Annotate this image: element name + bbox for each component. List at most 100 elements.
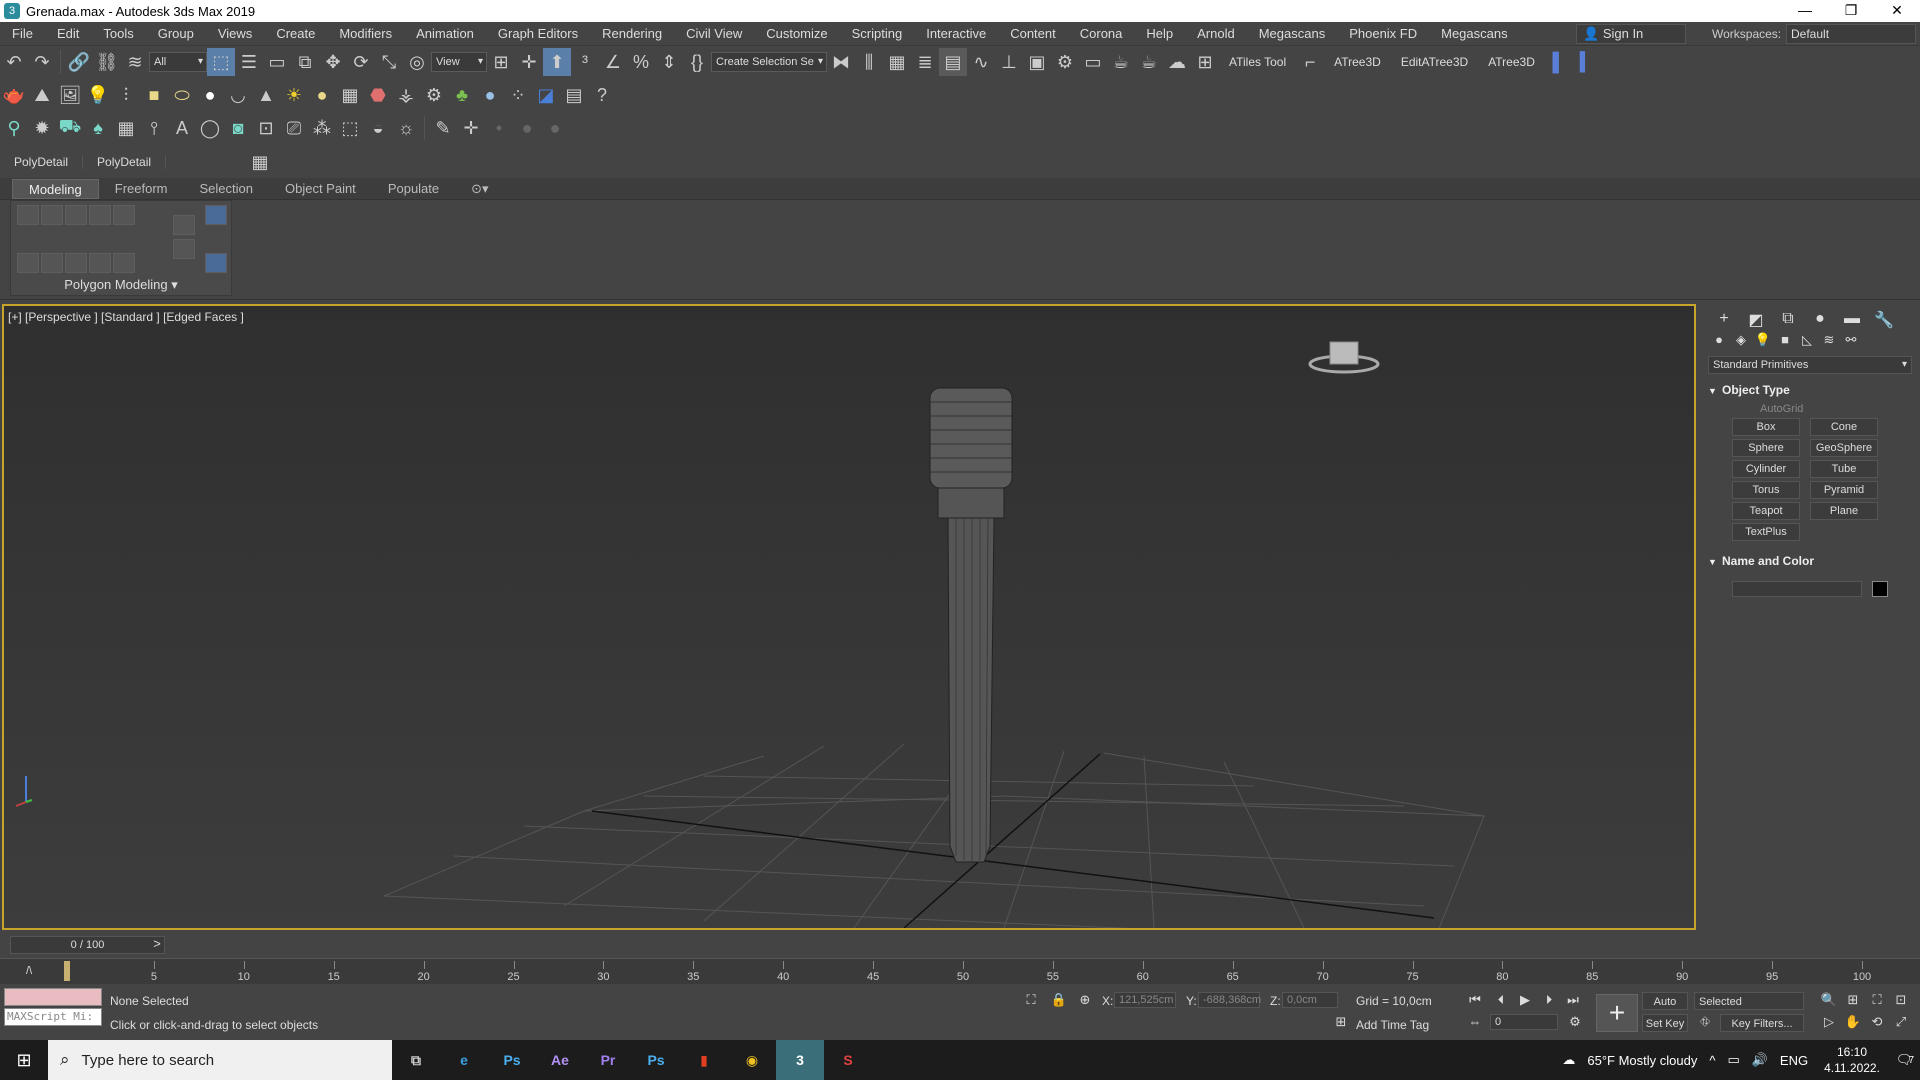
select-manipulate-icon[interactable]: ✛ bbox=[515, 48, 543, 76]
pyramid-button[interactable]: Pyramid bbox=[1810, 481, 1878, 499]
orbit-icon[interactable]: ⟲ bbox=[1866, 1012, 1888, 1032]
crosshair-icon[interactable]: ✛ bbox=[457, 114, 485, 142]
ribbon-tool-12[interactable] bbox=[173, 239, 195, 259]
menu-help[interactable]: Help bbox=[1134, 26, 1185, 41]
redo-icon[interactable]: ↷ bbox=[28, 48, 56, 76]
render-iterative-icon[interactable]: ☕ bbox=[1135, 48, 1163, 76]
sphere-primitive-icon[interactable]: ⬭ bbox=[168, 81, 196, 109]
photoshop-icon-2[interactable]: Ps bbox=[632, 1040, 680, 1080]
helpers-icon[interactable]: ◺ bbox=[1796, 332, 1818, 352]
workspace-dropdown[interactable]: Default bbox=[1786, 24, 1916, 44]
ribbon-tool-7[interactable] bbox=[41, 253, 63, 273]
geometry-icon[interactable]: ● bbox=[1708, 332, 1730, 352]
tab-populate[interactable]: Populate bbox=[372, 181, 455, 196]
editatree3d-button[interactable]: EditATree3D bbox=[1391, 55, 1478, 69]
curve-editor-icon[interactable]: ∿ bbox=[967, 48, 995, 76]
tube-button[interactable]: Tube bbox=[1810, 460, 1878, 478]
menu-edit[interactable]: Edit bbox=[45, 26, 91, 41]
render-production-icon[interactable]: ☕ bbox=[1107, 48, 1135, 76]
time-tag-icon[interactable]: ⊞ bbox=[1330, 1012, 1352, 1032]
undo-icon[interactable]: ↶ bbox=[0, 48, 28, 76]
keyboard-shortcut-icon[interactable]: ⬆ bbox=[543, 48, 571, 76]
eye-icon[interactable]: ◒ bbox=[364, 114, 392, 142]
menu-civil-view[interactable]: Civil View bbox=[674, 26, 754, 41]
premiere-icon[interactable]: Pr bbox=[584, 1040, 632, 1080]
ribbon-tool-2[interactable] bbox=[41, 205, 63, 225]
edge-icon[interactable]: e bbox=[440, 1040, 488, 1080]
gear-icon[interactable]: ⚙ bbox=[420, 81, 448, 109]
prev-key-icon[interactable]: ⏴ bbox=[1490, 990, 1512, 1010]
teapot-icon[interactable]: 🫖 bbox=[0, 81, 28, 109]
taskbar-search[interactable]: ⌕ Type here to search bbox=[48, 1040, 392, 1080]
edit-named-sets-icon[interactable]: {} bbox=[683, 48, 711, 76]
lights-icon[interactable]: 💡 bbox=[1752, 332, 1774, 352]
sliders-icon[interactable]: ⫶ bbox=[112, 81, 140, 109]
fov-icon[interactable]: ▷ bbox=[1818, 1012, 1840, 1032]
car-icon[interactable]: ⛟ bbox=[56, 114, 84, 142]
render-gallery-icon[interactable]: ⊞ bbox=[1191, 48, 1219, 76]
teapot-button[interactable]: Teapot bbox=[1732, 502, 1800, 520]
isolate-selection-icon[interactable]: ⛶ bbox=[1020, 990, 1042, 1010]
restore-button[interactable]: ❐ bbox=[1828, 0, 1874, 22]
object-type-rollout[interactable]: ▼ Object Type bbox=[1708, 380, 1914, 400]
object-name-field[interactable] bbox=[1732, 581, 1862, 597]
ribbon-tool-13[interactable] bbox=[205, 205, 227, 225]
reference-coordinate-dropdown[interactable]: View bbox=[431, 52, 487, 72]
selection-filter-dropdown[interactable]: All bbox=[149, 52, 207, 72]
time-slider[interactable]: 0 / 100 bbox=[10, 936, 165, 954]
align-icon[interactable]: ⫼ bbox=[855, 48, 883, 76]
next-key-icon[interactable]: ⏵ bbox=[1538, 990, 1560, 1010]
window-crossing-icon[interactable]: ⧉ bbox=[291, 48, 319, 76]
placement-icon[interactable]: ◎ bbox=[403, 48, 431, 76]
chrome-icon[interactable]: ◉ bbox=[728, 1040, 776, 1080]
ribbon-tool-8[interactable] bbox=[65, 253, 87, 273]
ribbon-tool-14[interactable] bbox=[205, 253, 227, 273]
play-icon[interactable]: ▶ bbox=[1514, 990, 1536, 1010]
material-sphere-icon[interactable]: ● bbox=[476, 81, 504, 109]
maxscript-mini-listener[interactable]: MAXScript Mi: bbox=[4, 1008, 102, 1026]
plant-icon[interactable]: ♣ bbox=[448, 81, 476, 109]
named-selection-set-dropdown[interactable]: Create Selection Se bbox=[711, 52, 827, 72]
display-tab-icon[interactable]: ▬ bbox=[1836, 310, 1868, 330]
task-view-icon[interactable]: ⧉ bbox=[392, 1040, 440, 1080]
maximize-viewport-icon[interactable]: ⤢ bbox=[1890, 1012, 1912, 1032]
tray-chevron-icon[interactable]: ^ bbox=[1709, 1053, 1715, 1068]
torus-button[interactable]: Torus bbox=[1732, 481, 1800, 499]
lightbulb-icon[interactable]: ☼ bbox=[392, 114, 420, 142]
sphere-button[interactable]: Sphere bbox=[1732, 439, 1800, 457]
clock[interactable]: 16:10 4.11.2022. bbox=[1824, 1044, 1880, 1076]
color-balls-icon[interactable]: ⁘ bbox=[504, 81, 532, 109]
ribbon-tool-10[interactable] bbox=[113, 253, 135, 273]
modify-tab-icon[interactable]: ◩ bbox=[1740, 310, 1772, 330]
viewcube-icon[interactable] bbox=[1308, 332, 1380, 376]
table-icon[interactable]: ▦ bbox=[112, 114, 140, 142]
cameras-icon[interactable]: ■ bbox=[1774, 332, 1796, 352]
menu-phoenix-fd[interactable]: Phoenix FD bbox=[1337, 26, 1429, 41]
close-button[interactable]: ✕ bbox=[1874, 0, 1920, 22]
move-icon[interactable]: ✥ bbox=[319, 48, 347, 76]
plugin-icon-2[interactable]: ▍ bbox=[1573, 48, 1601, 76]
menu-tools[interactable]: Tools bbox=[91, 26, 145, 41]
sphere-light-icon[interactable]: ● bbox=[196, 81, 224, 109]
time-marker[interactable] bbox=[64, 961, 70, 981]
rect-selection-icon[interactable]: ▭ bbox=[263, 48, 291, 76]
scene-explorer-icon[interactable]: ▦ bbox=[883, 48, 911, 76]
language-indicator[interactable]: ENG bbox=[1780, 1053, 1808, 1068]
brush-icon[interactable]: ✎ bbox=[429, 114, 457, 142]
default-in-out-icon[interactable]: ⛗ bbox=[1694, 1012, 1716, 1032]
ribbon-tool-6[interactable] bbox=[17, 253, 39, 273]
camera-icon[interactable]: ⎚ bbox=[280, 114, 308, 142]
object-color-swatch[interactable] bbox=[1872, 581, 1888, 597]
zoom-all-icon[interactable]: ⊞ bbox=[1842, 990, 1864, 1010]
tab-freeform[interactable]: Freeform bbox=[99, 181, 184, 196]
menu-corona[interactable]: Corona bbox=[1068, 26, 1135, 41]
cone-button[interactable]: Cone bbox=[1810, 418, 1878, 436]
grid-icon[interactable]: ▦ bbox=[336, 81, 364, 109]
maxscript-listener-output[interactable] bbox=[4, 988, 102, 1006]
key-set-dropdown[interactable]: Selected bbox=[1694, 992, 1804, 1010]
add-time-tag[interactable]: Add Time Tag bbox=[1356, 1018, 1429, 1032]
menu-file[interactable]: File bbox=[0, 26, 45, 41]
menu-scripting[interactable]: Scripting bbox=[840, 26, 915, 41]
geosphere-button[interactable]: GeoSphere bbox=[1810, 439, 1878, 457]
gold-sphere-icon[interactable]: ● bbox=[308, 81, 336, 109]
